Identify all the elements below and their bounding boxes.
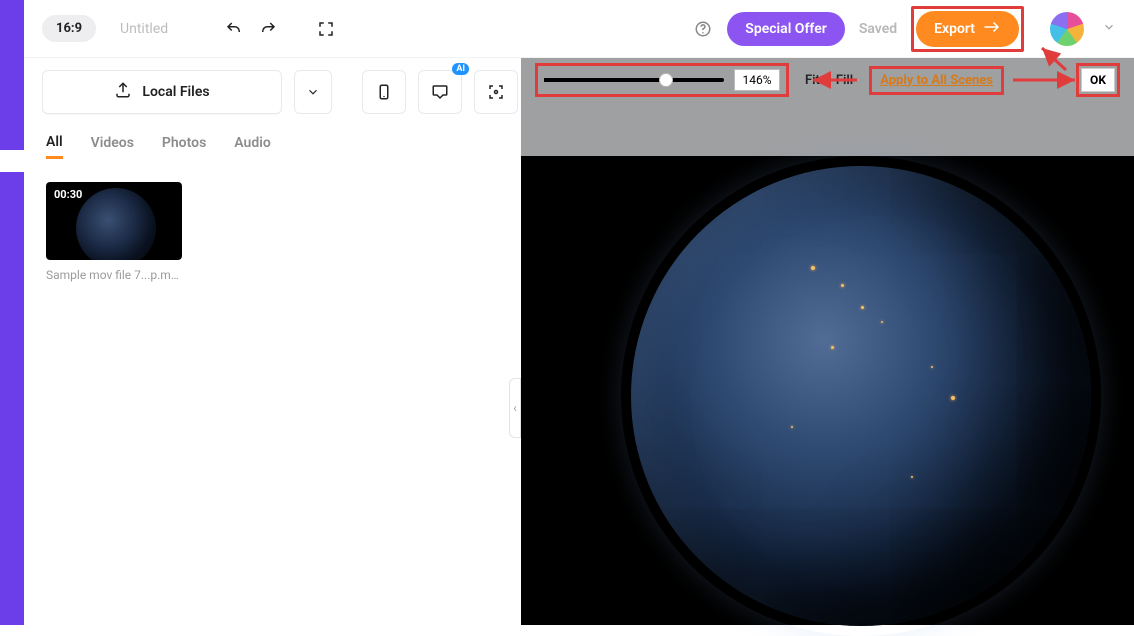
- help-icon[interactable]: [693, 19, 713, 39]
- tab-all[interactable]: All: [46, 134, 63, 159]
- tab-videos[interactable]: Videos: [91, 135, 134, 157]
- local-files-button[interactable]: Local Files: [42, 70, 282, 114]
- saved-status: Saved: [859, 21, 897, 37]
- media-thumbnail: 00:30: [46, 182, 182, 260]
- upload-icon: [114, 81, 132, 103]
- canvas-stage[interactable]: [521, 156, 1134, 625]
- slider-fill: [544, 78, 663, 82]
- undo-icon[interactable]: [224, 19, 244, 39]
- preview-toolbar: 146% Fit Fill Apply to All Scenes OK: [521, 58, 1134, 102]
- tab-audio[interactable]: Audio: [234, 135, 271, 157]
- fill-button[interactable]: Fill: [836, 73, 853, 88]
- special-offer-button[interactable]: Special Offer: [727, 12, 845, 46]
- apply-all-scenes-link[interactable]: Apply to All Scenes: [869, 66, 1004, 95]
- arrow-right-icon: [983, 20, 1001, 38]
- rail-gap: [0, 150, 24, 172]
- fit-button[interactable]: Fit: [805, 73, 820, 88]
- main-area: 16:9 Untitled Special Offer Saved Export: [24, 0, 1134, 625]
- export-label: Export: [934, 21, 975, 37]
- local-files-label: Local Files: [142, 84, 209, 100]
- aspect-ratio-chip[interactable]: 16:9: [42, 15, 96, 42]
- collapse-handle[interactable]: ‹: [509, 378, 521, 438]
- canvas-grey-strip: [521, 102, 1134, 156]
- project-title[interactable]: Untitled: [120, 21, 168, 37]
- left-rail: [0, 0, 24, 625]
- fullscreen-icon[interactable]: [316, 19, 336, 39]
- earth-graphic: [631, 166, 1091, 626]
- scan-button[interactable]: [474, 70, 518, 114]
- earth-mini-graphic: [76, 188, 156, 260]
- special-offer-label: Special Offer: [745, 21, 827, 37]
- avatar[interactable]: [1050, 12, 1084, 46]
- tab-photos[interactable]: Photos: [162, 135, 206, 157]
- upload-dropdown[interactable]: [294, 70, 332, 114]
- export-highlight-box: Export: [911, 6, 1024, 52]
- zoom-group-highlight: 146%: [535, 63, 789, 97]
- phone-upload-button[interactable]: [362, 70, 406, 114]
- media-item[interactable]: 00:30 Sample mov file 7...p.mov: [46, 182, 182, 282]
- redo-icon[interactable]: [258, 19, 278, 39]
- media-caption: Sample mov file 7...p.mov: [46, 268, 182, 282]
- ai-badge: AI: [452, 63, 469, 75]
- chevron-down-icon[interactable]: [1102, 19, 1116, 38]
- zoom-slider[interactable]: [544, 78, 724, 82]
- zoom-value[interactable]: 146%: [734, 69, 780, 91]
- chat-button[interactable]: AI: [418, 70, 462, 114]
- media-duration: 00:30: [54, 188, 82, 201]
- preview-panel: ‹ 146% Fit Fill Apply to All Scenes OK: [521, 58, 1134, 625]
- export-button[interactable]: Export: [916, 11, 1019, 47]
- top-toolbar: 16:9 Untitled Special Offer Saved Export: [24, 0, 1134, 58]
- ok-button[interactable]: OK: [1081, 68, 1115, 92]
- slider-handle[interactable]: [659, 73, 673, 87]
- ok-highlight-box: OK: [1076, 63, 1120, 97]
